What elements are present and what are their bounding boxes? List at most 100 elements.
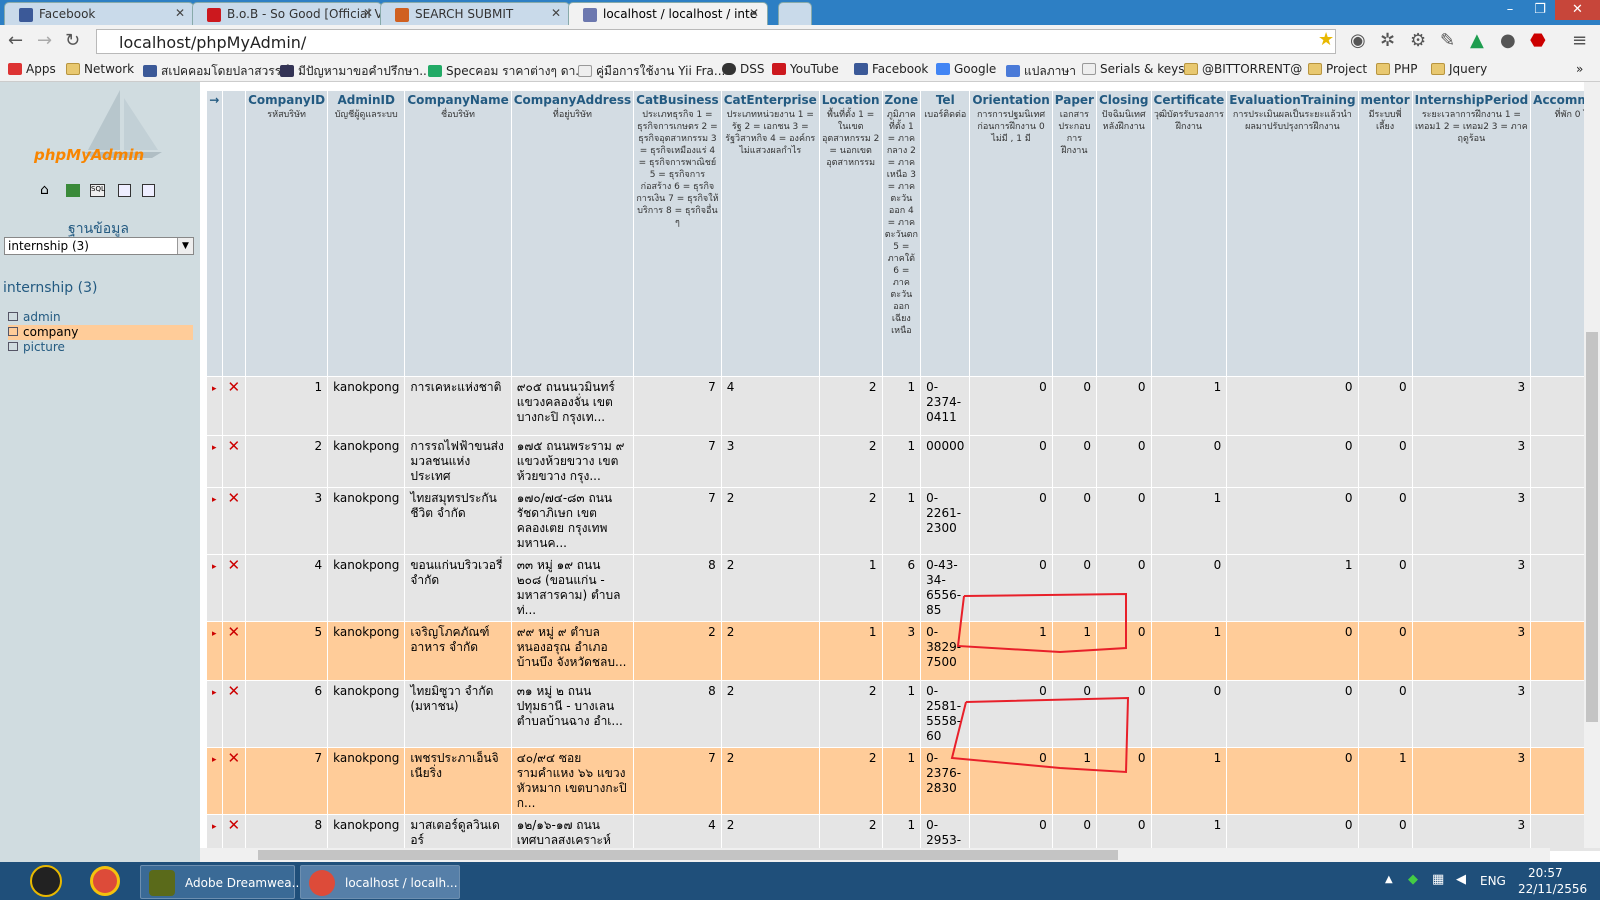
table-cell[interactable]: 8 bbox=[634, 681, 721, 747]
column-name[interactable]: CatEnterprise bbox=[724, 93, 817, 107]
language-indicator[interactable]: ENG bbox=[1480, 874, 1506, 888]
table-cell[interactable]: 0 bbox=[1358, 555, 1412, 621]
table-cell[interactable]: ๔๐/๙๔ ซอยรามคำแหง ๖๖ แขวงหัวหมาก เขตบางก… bbox=[511, 748, 634, 814]
table-cell[interactable]: ๑๒/๑๖-๑๗ ถนนเทศบาลสงเคราะห์ bbox=[511, 815, 634, 851]
column-header[interactable]: CompanyAddress ที่อยู่บริษัท bbox=[511, 91, 634, 376]
column-name[interactable]: CompanyID bbox=[248, 93, 325, 107]
table-cell[interactable]: 1 bbox=[1151, 815, 1227, 851]
delete-icon[interactable]: ✕ bbox=[228, 682, 241, 700]
column-header[interactable]: EvaluationTraining การประเมินผลเป็นระยะแล… bbox=[1227, 91, 1358, 376]
row-delete-cell[interactable]: ✕ bbox=[222, 681, 246, 747]
table-cell[interactable]: ๑๗๐/๗๔-๘๓ ถนนรัชดาภิเษก เขตคลองเตย กรุงเ… bbox=[511, 488, 634, 554]
table-cell[interactable]: 3 bbox=[1412, 815, 1531, 851]
table-cell[interactable]: 3 bbox=[882, 622, 921, 680]
new-tab-button[interactable] bbox=[778, 2, 812, 25]
bookmark-folder[interactable]: PHP bbox=[1376, 62, 1418, 76]
row-delete-cell[interactable]: ✕ bbox=[222, 488, 246, 554]
table-cell[interactable]: 0 bbox=[1358, 488, 1412, 554]
sort-arrow-icon[interactable]: → bbox=[207, 91, 222, 376]
table-cell[interactable]: 3 bbox=[1412, 436, 1531, 487]
table-cell[interactable]: 0 bbox=[1151, 555, 1227, 621]
table-cell[interactable]: 1 bbox=[882, 488, 921, 554]
table-cell[interactable]: 3 bbox=[1412, 748, 1531, 814]
table-cell[interactable]: ๓๓ หมู่ ๑๙ ถนน ๒๐๘ (ขอนแก่น - มหาสารคาม)… bbox=[511, 555, 634, 621]
docs-icon[interactable] bbox=[118, 184, 131, 197]
column-header[interactable]: AdminID บัญชีผู้ดูแลระบบ bbox=[328, 91, 405, 376]
taskbar-dreamweaver[interactable]: Adobe Dreamwea... bbox=[140, 865, 303, 899]
table-cell[interactable]: 2 bbox=[721, 681, 819, 747]
bookmark-link[interactable]: Serials & keys bbox=[1082, 62, 1184, 76]
start-button[interactable] bbox=[30, 865, 62, 897]
table-cell[interactable]: 3 bbox=[246, 488, 328, 554]
table-cell[interactable]: 1 bbox=[1227, 555, 1358, 621]
bookmark-link[interactable]: มีปัญหามาขอคำปรึกษา... bbox=[280, 62, 431, 81]
row-edit-cell[interactable]: ▸ bbox=[207, 555, 222, 621]
column-header[interactable]: Zone ภูมิภาคที่ตั้ง 1 = ภาคกลาง 2 = ภาคเห… bbox=[882, 91, 921, 376]
back-icon[interactable]: ← bbox=[8, 30, 23, 51]
drive-icon[interactable]: ▲ bbox=[1470, 30, 1484, 51]
table-cell[interactable]: 0 bbox=[1227, 748, 1358, 814]
table-row[interactable]: ▸ ✕ 6 kanokpong ไทยมิซูวา จำกัด (มหาชน) ๓๑ หม… bbox=[207, 681, 1600, 747]
table-cell[interactable]: 3 bbox=[721, 436, 819, 487]
table-cell[interactable]: 2 bbox=[819, 377, 882, 435]
tab-youtube[interactable]: B.o.B - So Good [Official V ✕ bbox=[192, 2, 382, 25]
tab-search-submit[interactable]: SEARCH SUBMIT ✕ bbox=[380, 2, 570, 25]
bookmark-apps[interactable]: Apps bbox=[8, 62, 56, 76]
delete-icon[interactable]: ✕ bbox=[228, 749, 241, 767]
column-name[interactable]: InternshipPeriod bbox=[1415, 93, 1529, 107]
table-item-admin[interactable]: admin bbox=[8, 310, 193, 325]
table-cell[interactable]: ๑๗๕ ถนนพระราม ๙ แขวงห้วยขวาง เขตห้วยขวาง… bbox=[511, 436, 634, 487]
table-row[interactable]: ▸ ✕ 7 kanokpong เพชรประภาเอ็นจิเนียริ่ง ๔๐/๙๔… bbox=[207, 748, 1600, 814]
table-row[interactable]: ▸ ✕ 2 kanokpong การรถไฟฟ้าขนส่งมวลชนแห่งประเ… bbox=[207, 436, 1600, 487]
taskbar-chrome-window[interactable]: localhost / localh... bbox=[300, 865, 460, 899]
table-cell[interactable]: 7 bbox=[246, 748, 328, 814]
table-cell[interactable]: 0 bbox=[1358, 436, 1412, 487]
column-name[interactable]: EvaluationTraining bbox=[1229, 93, 1355, 107]
table-cell[interactable]: 0 bbox=[1052, 377, 1096, 435]
table-cell[interactable]: 2 bbox=[721, 622, 819, 680]
table-cell[interactable]: 1 bbox=[882, 377, 921, 435]
table-cell[interactable]: 1 bbox=[1151, 748, 1227, 814]
menu-icon[interactable]: ≡ bbox=[1572, 30, 1587, 51]
column-name[interactable]: mentor bbox=[1361, 93, 1410, 107]
table-cell[interactable]: 0 bbox=[1227, 681, 1358, 747]
column-header[interactable]: CompanyName ชื่อบริษัท bbox=[405, 91, 511, 376]
table-cell[interactable]: 1 bbox=[882, 748, 921, 814]
delete-icon[interactable]: ✕ bbox=[228, 489, 241, 507]
column-header[interactable]: Certificate วุฒิบัตรรับรองการฝึกงาน bbox=[1151, 91, 1227, 376]
row-delete-cell[interactable]: ✕ bbox=[222, 622, 246, 680]
address-input[interactable]: localhost/phpMyAdmin/ bbox=[96, 29, 1336, 54]
phpmyadmin-logo[interactable]: phpMyAdmin bbox=[34, 146, 144, 164]
bookmark-link[interactable]: Facebook bbox=[854, 62, 928, 76]
table-cell[interactable]: 0-2953- bbox=[921, 815, 970, 851]
delete-icon[interactable]: ✕ bbox=[228, 623, 241, 641]
tray-app-icon[interactable]: ◆ bbox=[1408, 872, 1418, 887]
table-cell[interactable]: 0 bbox=[1227, 622, 1358, 680]
volume-icon[interactable]: ◀ bbox=[1456, 872, 1466, 887]
table-cell[interactable]: 2 bbox=[819, 681, 882, 747]
row-edit-cell[interactable]: ▸ bbox=[207, 377, 222, 435]
table-cell[interactable]: 6 bbox=[246, 681, 328, 747]
table-cell[interactable]: 2 bbox=[819, 748, 882, 814]
bookmark-link[interactable]: YouTube bbox=[772, 62, 839, 76]
table-item-picture[interactable]: picture bbox=[8, 340, 193, 355]
column-name[interactable]: Location bbox=[822, 93, 880, 107]
table-cell[interactable]: ไทยสมุทรประกันชีวิต จำกัด bbox=[405, 488, 511, 554]
table-cell[interactable]: 2 bbox=[721, 555, 819, 621]
close-tab-icon[interactable]: ✕ bbox=[175, 6, 185, 20]
table-cell[interactable]: ๙๐๕ ถนนนวมินทร์ แขวงคลองจั่น เขตบางกะปิ … bbox=[511, 377, 634, 435]
bookmark-folder[interactable]: Jquery bbox=[1431, 62, 1487, 76]
delete-icon[interactable]: ✕ bbox=[228, 556, 241, 574]
table-cell[interactable]: 1 bbox=[246, 377, 328, 435]
table-cell[interactable]: 1 bbox=[882, 815, 921, 851]
table-cell[interactable]: 0 bbox=[1227, 377, 1358, 435]
bookmark-link[interactable]: Specคอม ราคาต่างๆ ดา... bbox=[428, 62, 587, 81]
table-cell[interactable]: kanokpong bbox=[328, 436, 405, 487]
table-cell[interactable]: 6 bbox=[882, 555, 921, 621]
table-cell[interactable]: 2 bbox=[246, 436, 328, 487]
edit-arrow-icon[interactable]: ▸ bbox=[212, 562, 217, 572]
column-name[interactable]: CompanyName bbox=[407, 93, 508, 107]
table-cell[interactable]: 0 bbox=[1096, 436, 1151, 487]
table-cell[interactable]: 0 bbox=[1358, 815, 1412, 851]
edit-arrow-icon[interactable]: ▸ bbox=[212, 755, 217, 765]
